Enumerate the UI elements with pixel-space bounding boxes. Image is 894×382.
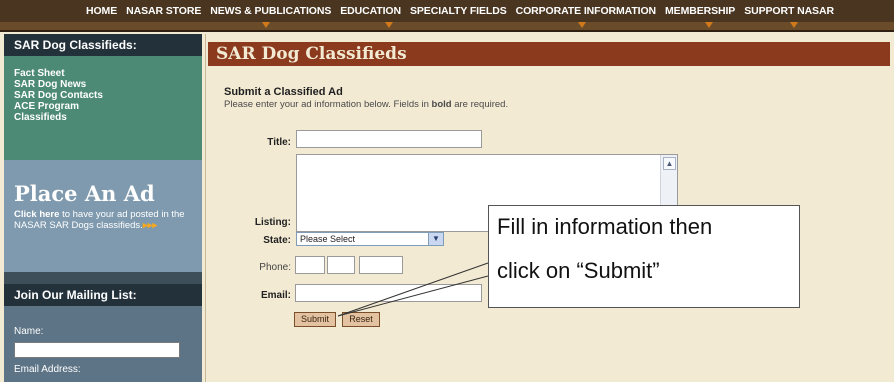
state-label: State: <box>263 235 291 246</box>
chevron-down-icon[interactable]: ▼ <box>428 233 443 245</box>
nav-marker-icon <box>578 22 586 28</box>
nav-corporate-information[interactable]: CORPORATE INFORMATION <box>516 5 657 17</box>
arrow-icon[interactable]: ▸▸▸ <box>143 220 157 231</box>
nav-home[interactable]: HOME <box>86 5 117 17</box>
email-label: Email: <box>260 290 291 301</box>
nav-membership[interactable]: MEMBERSHIP <box>665 5 735 17</box>
form-instructions-suffix: are required. <box>451 99 509 110</box>
title-input[interactable] <box>296 130 482 148</box>
nav-marker-icon <box>385 22 393 28</box>
nav-news-publications[interactable]: NEWS & PUBLICATIONS <box>210 5 331 17</box>
scroll-up-icon[interactable]: ▲ <box>663 157 676 170</box>
sidebar-heading: SAR Dog Classifieds: <box>4 34 202 56</box>
nav-marker-icon <box>705 22 713 28</box>
nav-nasar-store[interactable]: NASAR STORE <box>126 5 201 17</box>
sidebar: SAR Dog Classifieds: Fact Sheet SAR Dog … <box>4 34 202 382</box>
callout-line-1: Fill in information then <box>497 214 713 239</box>
instruction-callout: Fill in information then click on “Submi… <box>488 205 800 308</box>
listing-label: Listing: <box>254 217 291 228</box>
place-ad-title: Place An Ad <box>14 181 155 206</box>
top-navigation-bar: HOME NASAR STORE NEWS & PUBLICATIONS EDU… <box>0 0 894 22</box>
place-ad-description: Click here to have your ad posted in the… <box>14 209 194 231</box>
place-ad-panel: Place An Ad Click here to have your ad p… <box>4 160 202 272</box>
phone-line-input[interactable] <box>359 256 403 274</box>
top-navigation: HOME NASAR STORE NEWS & PUBLICATIONS EDU… <box>0 0 894 32</box>
phone-label: Phone: <box>259 262 291 273</box>
email-input[interactable] <box>295 284 482 302</box>
page-title-bar: SAR Dog Classifieds <box>208 42 890 66</box>
sidebar-link-ace-program[interactable]: ACE Program <box>14 101 202 112</box>
mailing-name-input[interactable] <box>14 342 180 358</box>
nav-support-nasar[interactable]: SUPPORT NASAR <box>744 5 834 17</box>
sidebar-link-sar-dog-contacts[interactable]: SAR Dog Contacts <box>14 90 202 101</box>
state-select[interactable]: Please Select ▼ <box>296 232 444 246</box>
form-instructions: Please enter your ad information below. … <box>224 99 508 110</box>
submit-button[interactable]: Submit <box>294 312 336 327</box>
mailing-list-panel: Join Our Mailing List: Name: Email Addre… <box>4 284 202 382</box>
state-select-value: Please Select <box>300 234 356 244</box>
nav-specialty-fields[interactable]: SPECIALTY FIELDS <box>410 5 507 17</box>
mailing-list-heading: Join Our Mailing List: <box>4 284 202 306</box>
phone-area-input[interactable] <box>295 256 325 274</box>
form-instructions-bold: bold <box>431 99 452 110</box>
reset-button[interactable]: Reset <box>342 312 380 327</box>
mailing-email-label: Email Address: <box>14 364 81 375</box>
nav-education[interactable]: EDUCATION <box>340 5 401 17</box>
phone-prefix-input[interactable] <box>327 256 355 274</box>
title-label: Title: <box>267 137 291 148</box>
nav-marker-icon <box>262 22 270 28</box>
form-instructions-prefix: Please enter your ad information below. … <box>224 99 432 110</box>
callout-line-2: click on “Submit” <box>497 258 660 283</box>
mailing-name-label: Name: <box>14 326 44 337</box>
sidebar-link-fact-sheet[interactable]: Fact Sheet <box>14 68 202 79</box>
place-ad-click-here-link[interactable]: Click here <box>14 209 59 220</box>
form-heading: Submit a Classified Ad <box>224 86 343 98</box>
sidebar-link-classifieds[interactable]: Classifieds <box>14 112 202 123</box>
nav-marker-icon <box>790 22 798 28</box>
page-title: SAR Dog Classifieds <box>216 44 407 64</box>
nav-decor-strip <box>0 22 894 30</box>
sidebar-link-sar-dog-news[interactable]: SAR Dog News <box>14 79 202 90</box>
